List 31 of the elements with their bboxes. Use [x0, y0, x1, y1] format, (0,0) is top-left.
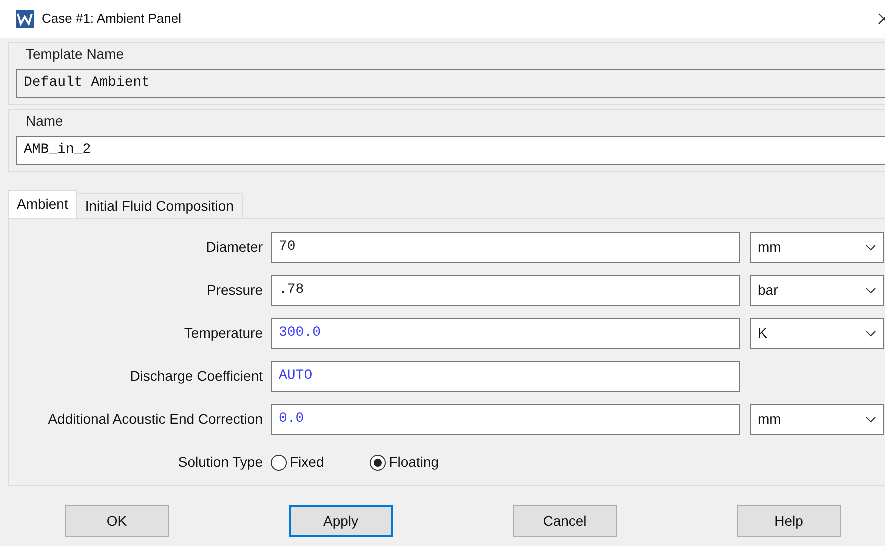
field-label: Diameter	[206, 238, 263, 257]
tab[interactable]: Initial Fluid Composition	[77, 193, 243, 218]
value-field[interactable]: 0.0	[271, 404, 740, 435]
dialog-button[interactable]: Cancel	[513, 505, 617, 537]
field-label: Pressure	[206, 281, 263, 300]
field-label: Discharge Coefficient	[130, 367, 263, 386]
chevron-icon	[866, 244, 876, 250]
chevron-icon	[866, 288, 876, 294]
window-title: Case #1: Ambient Panel	[42, 10, 182, 28]
field-label: Temperature	[184, 324, 263, 343]
field-label: Solution Type	[178, 453, 263, 472]
dialog-button[interactable]: Apply	[289, 505, 393, 537]
template-field[interactable]: Default Ambient	[16, 69, 885, 98]
unit-dropdown[interactable]: mm	[750, 232, 884, 263]
value-field[interactable]: 300.0	[271, 318, 740, 349]
unit-dropdown[interactable]: bar	[750, 275, 884, 306]
chevron-icon	[866, 330, 876, 336]
name-field[interactable]: AMB_in_2	[16, 136, 885, 165]
dialog-button[interactable]: Help	[737, 505, 841, 537]
unit-dropdown[interactable]: K	[750, 318, 884, 349]
unit-dropdown[interactable]: mm	[750, 404, 884, 435]
radio-option[interactable]: Floating	[370, 452, 440, 473]
field-label: Additional Acoustic End Correction	[48, 410, 263, 429]
value-field[interactable]: 70	[271, 232, 740, 263]
app-logo-icon	[16, 10, 34, 28]
tab[interactable]: Ambient	[8, 190, 78, 218]
dialog-button[interactable]: OK	[65, 505, 169, 537]
radio-option[interactable]: Fixed	[271, 452, 324, 473]
chevron-icon	[866, 416, 876, 422]
value-field[interactable]: AUTO	[271, 361, 740, 392]
value-field[interactable]: .78	[271, 275, 740, 306]
